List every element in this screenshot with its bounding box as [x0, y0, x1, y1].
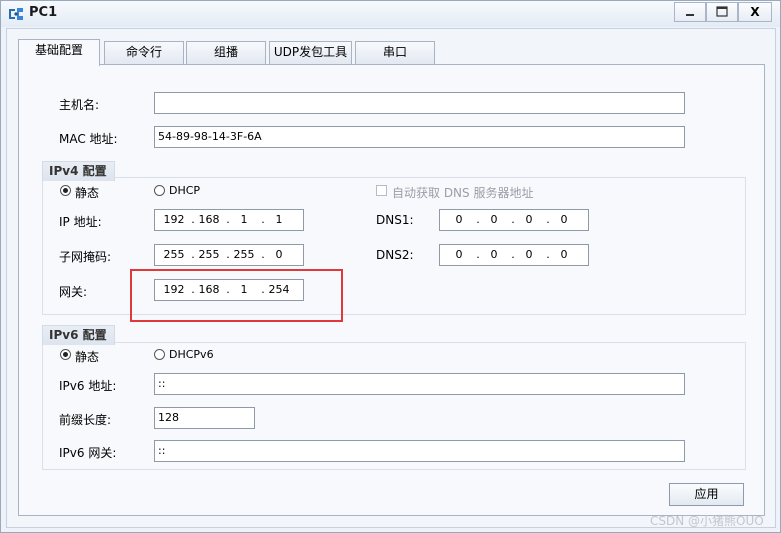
ipv6-dhcp-radio[interactable]	[154, 349, 165, 360]
dns2-label: DNS2:	[376, 248, 414, 262]
minimize-button[interactable]	[674, 2, 706, 22]
close-button[interactable]: X	[738, 2, 772, 22]
ipv6-gateway-input[interactable]: ::	[154, 440, 685, 462]
ipv6-address-input[interactable]: ::	[154, 373, 685, 395]
dns1-octet-2: 0	[490, 213, 498, 226]
dns1-octet-3: 0	[525, 213, 533, 226]
dns1-octet-1: 0	[455, 213, 463, 226]
prefix-length-input[interactable]: 128	[154, 407, 255, 429]
dns2-octet-2: 0	[490, 248, 498, 261]
mask-octet-4: 0	[275, 248, 283, 261]
tab-multicast[interactable]: 组播	[186, 41, 266, 65]
ipv4-address-label: IP 地址:	[59, 215, 102, 229]
dns1-label: DNS1:	[376, 213, 414, 227]
ipv4-static-radio[interactable]	[60, 185, 71, 196]
dns2-octet-4: 0	[560, 248, 568, 261]
gateway-label: 网关:	[59, 285, 88, 299]
mask-octet-1: 255	[163, 248, 185, 261]
ipv6-group-title: IPv6 配置	[42, 325, 115, 345]
tab-udp-tool[interactable]: UDP发包工具	[269, 41, 352, 65]
subnet-mask-input[interactable]: 255 . 255 . 255 . 0	[154, 244, 304, 266]
prefix-length-label: 前缀长度:	[59, 413, 112, 427]
ipv6-address-label: IPv6 地址:	[59, 379, 117, 393]
ip-octet-3: 1	[240, 213, 248, 226]
window-title: PC1	[29, 5, 58, 20]
ipv6-dhcp-label: DHCPv6	[169, 348, 214, 361]
dns1-input[interactable]: 0 . 0 . 0 . 0	[439, 209, 589, 231]
tab-serial[interactable]: 串口	[355, 41, 435, 65]
mac-address-field[interactable]: 54-89-98-14-3F-6A	[154, 126, 685, 148]
ipv4-dhcp-radio[interactable]	[154, 185, 165, 196]
apply-button[interactable]: 应用	[669, 483, 744, 506]
ip-octet-2: 168	[198, 213, 220, 226]
dns2-input[interactable]: 0 . 0 . 0 . 0	[439, 244, 589, 266]
ip-octet-1: 192	[163, 213, 185, 226]
tab-basic-config[interactable]: 基础配置	[18, 39, 100, 66]
maximize-button[interactable]	[706, 2, 738, 22]
ipv6-static-radio[interactable]	[60, 349, 71, 360]
tab-command-line[interactable]: 命令行	[104, 41, 184, 65]
ipv4-address-input[interactable]: 192 . 168 . 1 . 1	[154, 209, 304, 231]
dns1-octet-4: 0	[560, 213, 568, 226]
maximize-icon	[716, 6, 728, 17]
ip-octet-4: 1	[275, 213, 283, 226]
auto-dns-label: 自动获取 DNS 服务器地址	[392, 186, 534, 200]
hostname-label: 主机名:	[59, 98, 100, 112]
pc1-config-window: PC1 X 基础配置 命令行 组播 UDP发包工具 串口 主机名: MAC 地址…	[0, 0, 781, 533]
mask-octet-3: 255	[233, 248, 255, 261]
ipv4-group-title: IPv4 配置	[42, 161, 115, 181]
gateway-highlight-box	[130, 269, 343, 322]
dns2-octet-3: 0	[525, 248, 533, 261]
title-bar[interactable]: PC1 X	[1, 1, 780, 27]
network-pc-icon	[9, 8, 23, 20]
subnet-mask-label: 子网掩码:	[59, 250, 112, 264]
hostname-input[interactable]	[154, 92, 685, 114]
dns2-octet-1: 0	[455, 248, 463, 261]
ipv4-dhcp-label: DHCP	[169, 184, 201, 197]
ipv4-static-label: 静态	[75, 186, 100, 200]
minimize-icon	[686, 14, 694, 16]
ipv6-gateway-label: IPv6 网关:	[59, 446, 117, 460]
mask-octet-2: 255	[198, 248, 220, 261]
mac-label: MAC 地址:	[59, 132, 118, 146]
auto-dns-checkbox[interactable]	[376, 185, 387, 196]
watermark-text: CSDN @小猪熊OUO	[650, 514, 764, 528]
ipv6-static-label: 静态	[75, 350, 100, 364]
